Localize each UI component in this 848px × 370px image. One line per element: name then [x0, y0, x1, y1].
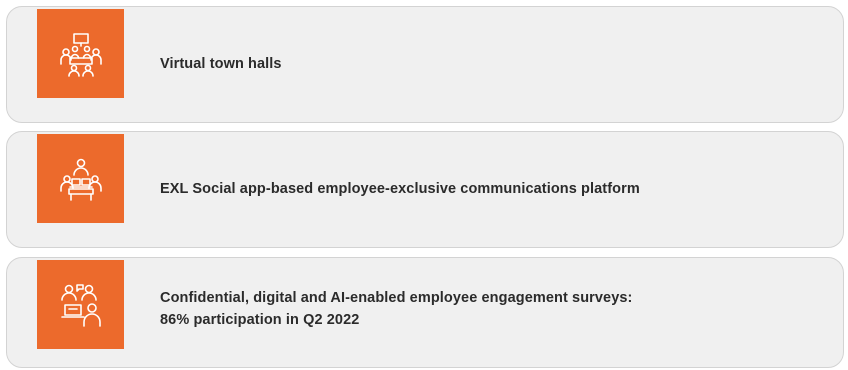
feature-label: EXL Social app-based employee-exclusive …: [160, 181, 640, 197]
team-with-laptops-icon: [37, 134, 124, 223]
feature-label: Confidential, digital and AI-enabled emp…: [160, 287, 813, 331]
feature-card-virtual-town-halls: Virtual town halls: [6, 6, 844, 123]
people-around-screen-icon: [37, 9, 124, 98]
feature-label-line: 86% participation in Q2 2022: [160, 312, 360, 328]
feature-card-engagement-surveys: Confidential, digital and AI-enabled emp…: [6, 257, 844, 368]
team-survey-laptop-icon: [37, 260, 124, 349]
feature-card-exl-social: EXL Social app-based employee-exclusive …: [6, 131, 844, 248]
feature-label-line: Confidential, digital and AI-enabled emp…: [160, 290, 633, 306]
feature-label: Virtual town halls: [160, 56, 282, 72]
